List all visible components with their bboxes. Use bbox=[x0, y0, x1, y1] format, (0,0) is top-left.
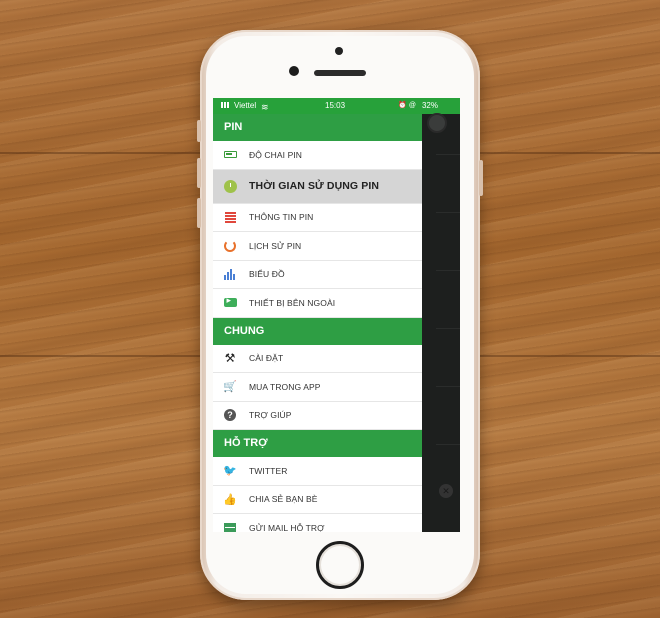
tools-icon: ⚒ bbox=[223, 351, 237, 365]
ghost-divider bbox=[436, 444, 460, 445]
external-device-icon-glyph bbox=[223, 295, 237, 308]
external-device-icon bbox=[223, 295, 237, 310]
thumbs-up-icon-glyph: 👍 bbox=[223, 493, 237, 506]
close-icon[interactable]: ✕ bbox=[439, 484, 453, 498]
menu-item[interactable]: 🛒 MUA TRONG APP bbox=[213, 373, 422, 402]
carrier-label: Viettel bbox=[234, 101, 257, 110]
side-menu: PIN ĐỘ CHAI PIN THỜI GIAN SỬ DỤNG PIN THÔNG… bbox=[213, 114, 422, 532]
phone-screen: Viettel ≋ 15:03 ⏰ @ 32% PIN ĐỘ CHAI PIN TH… bbox=[213, 98, 460, 532]
menu-item-label: CHIA SẺ BẠN BÈ bbox=[249, 494, 318, 505]
cart-icon-glyph: 🛒 bbox=[223, 381, 237, 394]
menu-item[interactable]: THIẾT BỊ BÊN NGOÀI bbox=[213, 289, 422, 318]
ghost-divider bbox=[436, 328, 460, 329]
menu-item-label: TRỢ GIÚP bbox=[249, 410, 292, 421]
history-icon bbox=[223, 239, 237, 253]
menu-item[interactable]: ? TRỢ GIÚP bbox=[213, 402, 422, 430]
history-icon-glyph bbox=[224, 239, 236, 252]
menu-item[interactable]: THÔNG TIN PIN bbox=[213, 204, 422, 232]
menu-item-label: THỜI GIAN SỬ DỤNG PIN bbox=[249, 180, 380, 192]
menu-item-label: GỬI MAIL HỖ TRỢ bbox=[249, 522, 325, 532]
volume-up-button[interactable] bbox=[197, 158, 201, 188]
battery-icon bbox=[223, 148, 237, 162]
menu-item-label: TWITTER bbox=[249, 465, 288, 476]
clock-icon bbox=[223, 179, 237, 193]
menu-item-label: THÔNG TIN PIN bbox=[249, 212, 314, 223]
proximity-sensor bbox=[289, 66, 299, 76]
section-header: PIN bbox=[213, 114, 422, 141]
mail-icon bbox=[223, 521, 237, 532]
chart-icon bbox=[223, 267, 237, 281]
status-bar: Viettel ≋ 15:03 ⏰ @ 32% bbox=[213, 98, 460, 114]
volume-down-button[interactable] bbox=[197, 198, 201, 228]
mute-switch[interactable] bbox=[197, 120, 201, 142]
menu-item[interactable]: ⚒ CÀI ĐẶT bbox=[213, 345, 422, 373]
wifi-icon: ≋ bbox=[261, 102, 269, 112]
front-camera bbox=[335, 47, 343, 55]
help-icon: ? bbox=[223, 408, 237, 422]
twitter-icon: 🐦 bbox=[223, 464, 237, 478]
home-button[interactable] bbox=[316, 541, 364, 589]
menu-item[interactable]: BIỂU ĐỒ bbox=[213, 261, 422, 289]
ghost-divider bbox=[436, 154, 460, 155]
chart-icon-glyph bbox=[224, 268, 236, 280]
cart-icon: 🛒 bbox=[223, 380, 237, 394]
section-header: CHUNG bbox=[213, 317, 422, 345]
menu-item-label: LỊCH SỬ PIN bbox=[249, 240, 302, 251]
thumbs-up-icon: 👍 bbox=[223, 492, 237, 506]
battery-percent: 32% bbox=[421, 101, 438, 110]
power-button[interactable] bbox=[479, 160, 483, 196]
ghost-divider bbox=[436, 212, 460, 213]
ghost-divider bbox=[436, 270, 460, 271]
status-time: 15:03 bbox=[325, 101, 346, 110]
signal-icon bbox=[221, 102, 231, 108]
help-icon-glyph: ? bbox=[224, 409, 236, 422]
menu-item[interactable]: ĐỘ CHAI PIN bbox=[213, 141, 422, 170]
list-icon-glyph bbox=[224, 211, 236, 223]
list-icon bbox=[223, 210, 237, 224]
menu-item-label: THIẾT BỊ BÊN NGOÀI bbox=[249, 297, 336, 308]
battery-icon-glyph bbox=[223, 151, 237, 159]
tools-icon-glyph: ⚒ bbox=[224, 351, 236, 366]
menu-item-label: BIỂU ĐỒ bbox=[249, 269, 285, 280]
menu-item-label: MUA TRONG APP bbox=[249, 381, 321, 392]
carrier-name: Viettel bbox=[221, 98, 256, 114]
menu-item-label: CÀI ĐẶT bbox=[249, 353, 284, 364]
menu-item[interactable]: 🐦 TWITTER bbox=[213, 457, 422, 486]
menu-item-label: ĐỘ CHAI PIN bbox=[249, 149, 303, 160]
dimmed-content-overlay[interactable] bbox=[422, 114, 460, 532]
twitter-icon-glyph: 🐦 bbox=[223, 465, 237, 478]
clock-icon-glyph bbox=[223, 179, 237, 193]
menu-item[interactable]: 👍 CHIA SẺ BẠN BÈ bbox=[213, 486, 422, 514]
menu-item[interactable]: THỜI GIAN SỬ DỤNG PIN bbox=[213, 169, 422, 204]
alarm-icon: ⏰ @ bbox=[398, 102, 416, 109]
menu-item[interactable]: GỬI MAIL HỖ TRỢ bbox=[213, 514, 422, 532]
ghost-divider bbox=[436, 386, 460, 387]
dimmed-avatar bbox=[427, 113, 447, 133]
menu-item[interactable]: LỊCH SỬ PIN bbox=[213, 232, 422, 261]
earpiece bbox=[314, 70, 366, 76]
mail-icon-glyph bbox=[224, 523, 236, 532]
section-header: HỖ TRỢ bbox=[213, 430, 422, 457]
